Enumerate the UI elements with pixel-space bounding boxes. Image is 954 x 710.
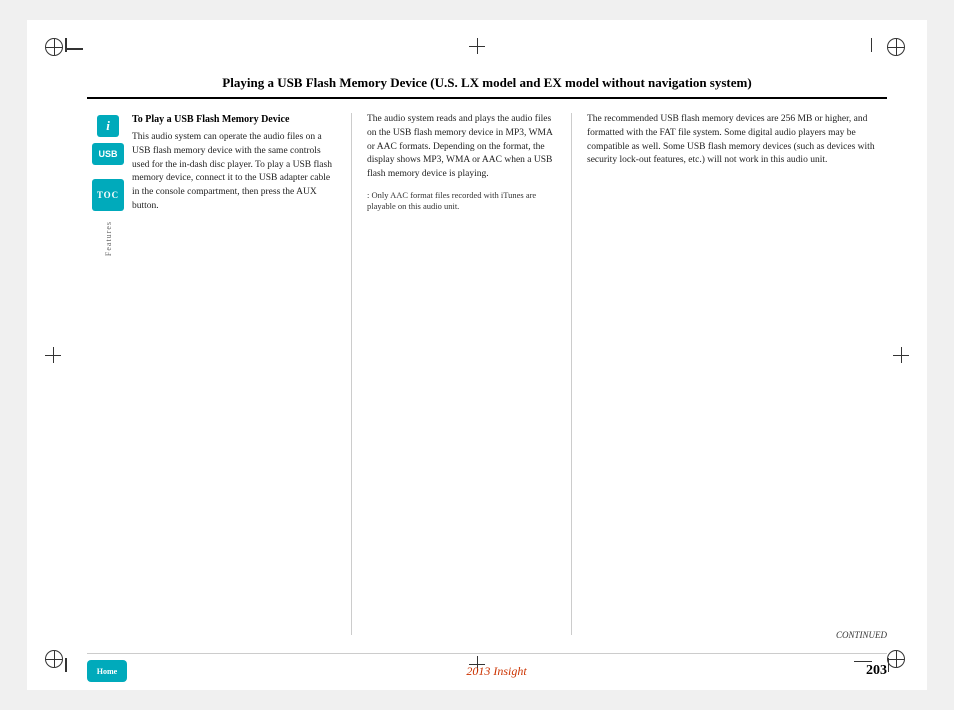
tick-tl-v	[65, 38, 67, 52]
crosshair-middle-left	[45, 347, 61, 363]
crosshair-top-center	[469, 38, 485, 54]
info-icon: i	[97, 115, 119, 137]
col2-note: Only AAC format files recorded with iTun…	[367, 190, 556, 213]
crosshair-middle-right	[893, 347, 909, 363]
footer: Home 2013 Insight 203	[87, 653, 887, 682]
features-label: Features	[104, 221, 113, 256]
column-1: To Play a USB Flash Memory Device This a…	[132, 113, 352, 635]
reg-mark-top-right	[887, 38, 909, 60]
tick-br-v2	[888, 658, 890, 672]
page: Playing a USB Flash Memory Device (U.S. …	[27, 20, 927, 690]
svg-text:USB: USB	[98, 149, 118, 159]
continued-label: CONTINUED	[836, 630, 887, 640]
tick-bl-v	[65, 658, 67, 672]
toc-label: TOC	[97, 190, 119, 201]
col3-body: The recommended USB flash memory devices…	[587, 113, 887, 168]
reg-mark-bottom-left	[45, 650, 67, 672]
page-number: 203	[866, 663, 887, 679]
page-title: Playing a USB Flash Memory Device (U.S. …	[87, 75, 887, 91]
toc-badge[interactable]: TOC	[92, 179, 124, 211]
column-3: The recommended USB flash memory devices…	[572, 113, 887, 635]
tick-tr-v	[871, 38, 873, 52]
usb-symbol: USB	[94, 144, 122, 165]
columns: To Play a USB Flash Memory Device This a…	[132, 113, 887, 635]
usb-icon: USB	[92, 143, 124, 165]
column-2: The audio system reads and plays the aud…	[352, 113, 572, 635]
info-symbol: i	[106, 118, 110, 134]
col1-body: This audio system can operate the audio …	[132, 131, 336, 214]
home-button[interactable]: Home	[87, 660, 127, 682]
col2-body: The audio system reads and plays the aud…	[367, 113, 556, 182]
home-label: Home	[97, 667, 117, 676]
col1-heading: To Play a USB Flash Memory Device	[132, 113, 336, 126]
reg-mark-bottom-right	[887, 650, 909, 672]
content-area: Playing a USB Flash Memory Device (U.S. …	[87, 75, 887, 635]
reg-mark-top-left	[45, 38, 67, 60]
title-section: Playing a USB Flash Memory Device (U.S. …	[87, 75, 887, 99]
sidebar: i USB TOC Features	[87, 115, 129, 256]
footer-center-text: 2013 Insight	[466, 664, 526, 679]
tick-tl-h	[65, 48, 83, 50]
